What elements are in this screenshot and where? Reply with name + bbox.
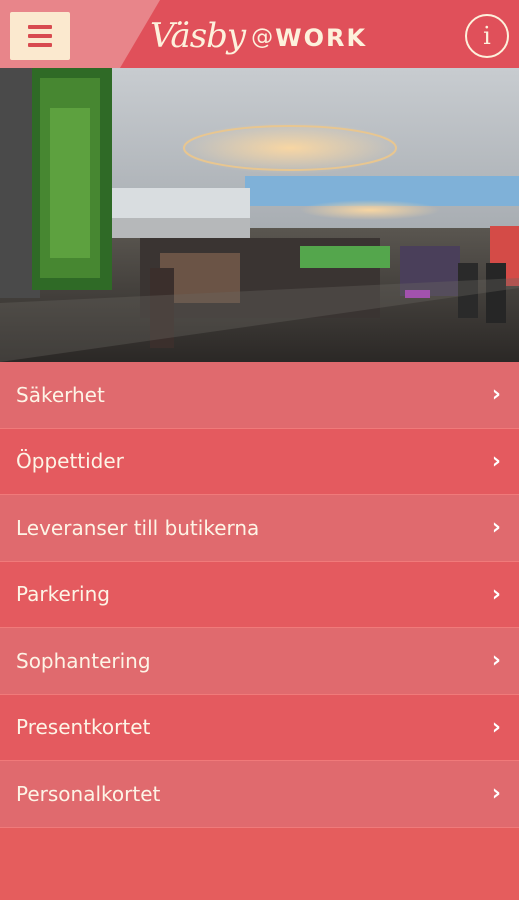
menu-item-sophantering[interactable]: Sophantering › <box>0 628 519 695</box>
info-button[interactable]: i <box>465 14 509 58</box>
menu-item-parkering[interactable]: Parkering › <box>0 561 519 628</box>
info-icon: i <box>483 22 491 50</box>
menu-item-label: Personalkortet <box>16 781 161 806</box>
chevron-right-icon: › <box>491 781 501 807</box>
menu-item-label: Sophantering <box>16 648 151 673</box>
chevron-right-icon: › <box>491 515 501 541</box>
menu-item-oppettider[interactable]: Öppettider › <box>0 428 519 495</box>
chevron-right-icon: › <box>491 448 501 474</box>
menu-item-label: Parkering <box>16 582 110 607</box>
app-logo: Väsby @ WORK <box>150 12 367 56</box>
menu-item-sakerhet[interactable]: Säkerhet › <box>0 362 519 429</box>
logo-script: Väsby <box>150 16 246 56</box>
chevron-right-icon: › <box>491 581 501 607</box>
app-header: Väsby @ WORK i <box>0 0 519 68</box>
menu-item-label: Säkerhet <box>16 382 105 407</box>
menu-button[interactable] <box>10 12 70 60</box>
menu-item-presentkortet[interactable]: Presentkortet › <box>0 694 519 761</box>
logo-at: @ <box>251 25 274 50</box>
menu-item-label: Leveranser till butikerna <box>16 515 260 540</box>
menu-item-label: Öppettider <box>16 449 124 474</box>
logo-work: WORK <box>275 24 368 52</box>
chevron-right-icon: › <box>491 714 501 740</box>
menu-item-leveranser[interactable]: Leveranser till butikerna › <box>0 495 519 562</box>
menu-list: Säkerhet › Öppettider › Leveranser till … <box>0 362 519 828</box>
menu-item-label: Presentkortet <box>16 715 151 740</box>
chevron-right-icon: › <box>491 648 501 674</box>
menu-item-personalkortet[interactable]: Personalkortet › <box>0 761 519 828</box>
chevron-right-icon: › <box>491 382 501 408</box>
hamburger-icon <box>28 25 52 29</box>
mall-interior-photo <box>0 68 519 362</box>
